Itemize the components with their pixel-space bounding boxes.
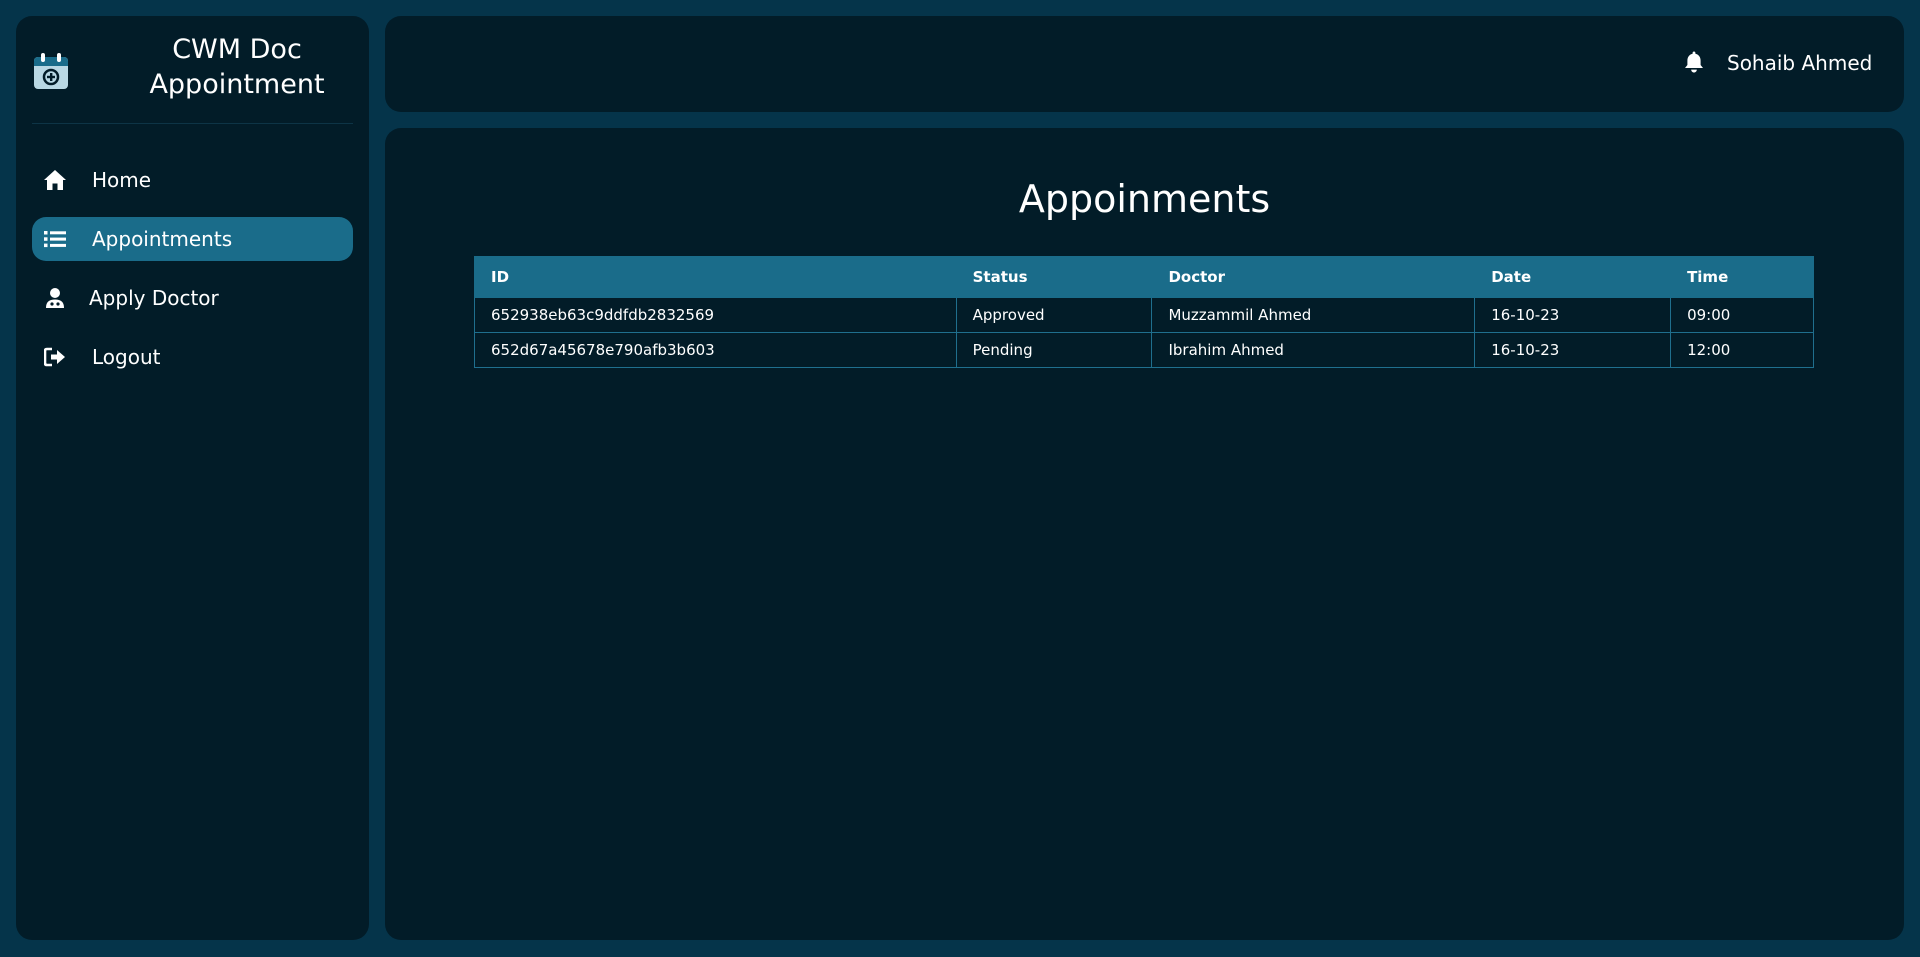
table-row: 652938eb63c9ddfdb2832569 Approved Muzzam… xyxy=(474,297,1814,333)
sidebar-item-label: Appointments xyxy=(92,227,233,251)
user-name[interactable]: Sohaib Ahmed xyxy=(1727,50,1872,76)
cell-doctor: Ibrahim Ahmed xyxy=(1151,332,1476,368)
cell-time: 09:00 xyxy=(1670,297,1814,333)
sidebar-item-home[interactable]: Home xyxy=(32,158,353,202)
sidebar-item-label: Logout xyxy=(92,345,161,369)
cell-date: 16-10-23 xyxy=(1474,297,1672,333)
calendar-plus-icon xyxy=(33,52,69,90)
column-header-time: Time xyxy=(1670,256,1814,298)
sidebar: CWM Doc Appointment Home Appointments Ap… xyxy=(16,16,369,940)
column-header-date: Date xyxy=(1474,256,1672,298)
column-header-status: Status xyxy=(955,256,1153,298)
appointments-table: ID Status Doctor Date Time 652938eb63c9d… xyxy=(474,256,1814,368)
sidebar-item-label: Apply Doctor xyxy=(89,286,219,310)
table-header-row: ID Status Doctor Date Time xyxy=(474,256,1814,298)
cell-status: Pending xyxy=(955,332,1153,368)
sidebar-item-apply-doctor[interactable]: Apply Doctor xyxy=(32,276,353,320)
logout-icon xyxy=(42,345,68,369)
cell-id: 652938eb63c9ddfdb2832569 xyxy=(474,297,957,333)
user-doctor-icon xyxy=(42,286,68,310)
sidebar-item-appointments[interactable]: Appointments xyxy=(32,217,353,261)
bell-icon[interactable] xyxy=(1683,50,1705,74)
table-row: 652d67a45678e790afb3b603 Pending Ibrahim… xyxy=(474,332,1814,368)
cell-time: 12:00 xyxy=(1670,332,1814,368)
cell-date: 16-10-23 xyxy=(1474,332,1672,368)
sidebar-nav: Home Appointments Apply Doctor Logout xyxy=(32,158,353,394)
top-header: Sohaib Ahmed xyxy=(385,16,1904,112)
sidebar-item-logout[interactable]: Logout xyxy=(32,335,353,379)
app-title: CWM Doc Appointment xyxy=(149,34,325,100)
app-root: CWM Doc Appointment Home Appointments Ap… xyxy=(0,0,1920,957)
list-icon xyxy=(42,227,68,251)
main-content: Appoinments ID Status Doctor Date Time 6… xyxy=(385,128,1904,940)
column-header-doctor: Doctor xyxy=(1151,256,1476,298)
cell-doctor: Muzzammil Ahmed xyxy=(1151,297,1476,333)
sidebar-item-label: Home xyxy=(92,168,152,192)
cell-status: Approved xyxy=(955,297,1153,333)
brand: CWM Doc Appointment xyxy=(32,16,353,124)
page-title: Appoinments xyxy=(1018,177,1271,221)
home-icon xyxy=(42,168,68,192)
column-header-id: ID xyxy=(474,256,957,298)
cell-id: 652d67a45678e790afb3b603 xyxy=(474,332,957,368)
